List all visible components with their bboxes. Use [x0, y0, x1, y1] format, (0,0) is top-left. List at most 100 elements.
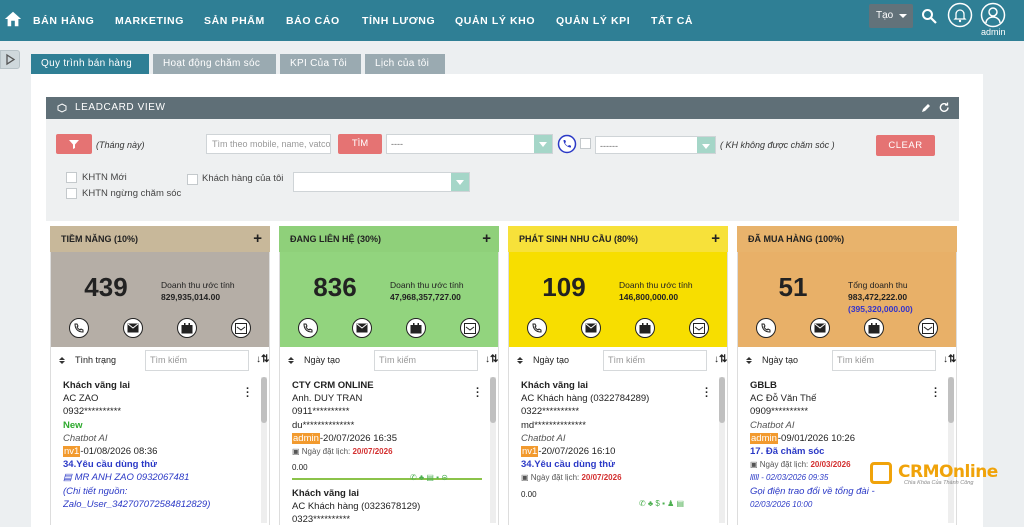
lead-card[interactable]: CTY CRM ONLINE Anh. DUY TRAN 0911*******…	[292, 379, 482, 484]
card-source: Khách vãng lai	[63, 380, 131, 391]
sort-order-icon[interactable]: ↓⇅	[943, 354, 956, 365]
clear-button[interactable]: CLEAR	[876, 135, 935, 156]
search-icon[interactable]	[921, 8, 937, 24]
logo-text: CRMOnline	[898, 462, 998, 482]
nav-quan-ly-kpi[interactable]: QUẢN LÝ KPI	[556, 15, 630, 27]
mailbox-icon[interactable]	[460, 318, 480, 338]
play-icon	[6, 53, 16, 66]
calendar-icon[interactable]	[635, 318, 655, 338]
nav-san-pham[interactable]: SẢN PHẨM	[204, 15, 265, 27]
card-email: du**************	[292, 419, 355, 431]
calendar-icon[interactable]	[864, 318, 884, 338]
appointment-date: 20/07/2026	[581, 473, 622, 483]
tab-quy-trinh-ban-hang[interactable]: Quy trình bán hàng	[31, 54, 149, 74]
email-icon[interactable]	[581, 318, 601, 338]
sort-label[interactable]: Ngày tạo	[762, 355, 798, 365]
edit-icon[interactable]	[920, 102, 932, 114]
sort-order-icon[interactable]: ↓⇅	[485, 354, 498, 365]
logo-slogan: Chìa Khóa Của Thành Công	[904, 480, 974, 486]
user-avatar-icon[interactable]	[980, 2, 1006, 28]
select-1[interactable]: ----	[386, 134, 553, 154]
revenue-value: 829,935,014.00	[161, 292, 221, 302]
card-email: md**************	[521, 419, 586, 431]
phone-icon[interactable]	[527, 318, 547, 338]
scrollbar[interactable]	[719, 377, 725, 523]
tab-hoat-dong-cham-soc[interactable]: Hoạt động chăm sóc	[153, 54, 276, 74]
plus-icon[interactable]: +	[253, 226, 262, 252]
column-search-input[interactable]: Tìm kiếm	[603, 350, 707, 371]
owner-tag: admin	[292, 432, 320, 444]
plus-icon[interactable]: +	[482, 226, 491, 252]
khtn-moi-checkbox[interactable]	[66, 172, 77, 183]
email-icon[interactable]	[810, 318, 830, 338]
tab-lich-cua-toi[interactable]: Lịch của tôi	[365, 54, 445, 74]
card-source: Khách vãng lai	[292, 488, 360, 499]
nav-tat-ca[interactable]: TẤT CẢ	[651, 15, 693, 27]
more-icon[interactable]: · · ·	[476, 384, 480, 403]
call-checkbox[interactable]	[580, 138, 591, 149]
phone-icon[interactable]	[756, 318, 776, 338]
sort-up-icon[interactable]	[517, 357, 523, 360]
more-icon[interactable]: · · ·	[705, 384, 709, 403]
more-icon[interactable]: · · ·	[246, 384, 250, 403]
chevron-down-icon	[697, 137, 715, 153]
sort-label[interactable]: Ngày tạo	[304, 355, 340, 365]
sort-row: Ngày tạo Tìm kiếm ↓⇅	[508, 347, 728, 375]
phone-icon[interactable]	[69, 318, 89, 338]
sort-order-icon[interactable]: ↓⇅	[256, 354, 269, 365]
owner-tag: nv1	[521, 446, 539, 458]
home-icon[interactable]	[4, 10, 22, 28]
lead-card[interactable]: Khách vãng lai AC Khách hàng (0322784289…	[521, 379, 711, 501]
mailbox-icon[interactable]	[918, 318, 938, 338]
sort-down-icon[interactable]	[746, 361, 752, 364]
email-icon[interactable]	[352, 318, 372, 338]
sort-up-icon[interactable]	[746, 357, 752, 360]
scrollbar[interactable]	[490, 377, 496, 523]
sort-label[interactable]: Ngày tạo	[533, 355, 569, 365]
nav-tinh-luong[interactable]: TÍNH LƯƠNG	[362, 15, 435, 27]
sort-up-icon[interactable]	[59, 357, 65, 360]
sort-down-icon[interactable]	[59, 361, 65, 364]
lead-card[interactable]: Khách vãng lai AC ZAO 0932********** New…	[63, 379, 253, 511]
filter-button[interactable]	[56, 134, 92, 154]
sidebar-toggle-button[interactable]	[0, 50, 20, 69]
plus-icon[interactable]: +	[711, 226, 720, 252]
sort-down-icon[interactable]	[288, 361, 294, 364]
search-input[interactable]: Tìm theo mobile, name, vatcod	[206, 134, 331, 154]
select-2[interactable]: ------	[595, 136, 716, 154]
lead-card[interactable]: Khách vãng lai AC Khách hàng (0323678129…	[292, 487, 482, 525]
calendar-icon[interactable]	[406, 318, 426, 338]
nav-ban-hang[interactable]: BÁN HÀNG	[33, 15, 94, 27]
phone-icon[interactable]	[298, 318, 318, 338]
column-search-input[interactable]: Tìm kiếm	[832, 350, 936, 371]
more-icon[interactable]: · · ·	[934, 384, 938, 403]
phone-icon[interactable]	[557, 134, 577, 154]
user-name[interactable]: admin	[981, 27, 1006, 37]
sort-up-icon[interactable]	[288, 357, 294, 360]
sort-order-icon[interactable]: ↓⇅	[714, 354, 727, 365]
select-3[interactable]	[293, 172, 470, 192]
card-channel: Chatbot AI	[521, 432, 566, 444]
scrollbar[interactable]	[948, 377, 954, 523]
bell-icon[interactable]	[947, 2, 973, 28]
sort-label[interactable]: Tình trạng	[75, 355, 116, 365]
card-stage: 34.Yêu cầu dùng thử	[521, 459, 615, 471]
column-dang-lien-he: ĐANG LIÊN HỆ (30%) + 836 Doanh thu ước tí…	[279, 226, 499, 525]
mailbox-icon[interactable]	[689, 318, 709, 338]
scrollbar[interactable]	[261, 377, 267, 523]
column-search-input[interactable]: Tìm kiếm	[374, 350, 478, 371]
sort-down-icon[interactable]	[517, 361, 523, 364]
email-icon[interactable]	[123, 318, 143, 338]
calendar-icon[interactable]	[177, 318, 197, 338]
tab-kpi-cua-toi[interactable]: KPI Của Tôi	[280, 54, 361, 74]
mailbox-icon[interactable]	[231, 318, 251, 338]
refresh-icon[interactable]	[938, 101, 951, 114]
nav-marketing[interactable]: MARKETING	[115, 15, 184, 27]
search-button[interactable]: TÌM	[338, 134, 382, 154]
nav-quan-ly-kho[interactable]: QUẢN LÝ KHO	[455, 15, 535, 27]
nav-bao-cao[interactable]: BÁO CÁO	[286, 15, 340, 27]
create-dropdown[interactable]: Tạo	[869, 4, 913, 28]
column-search-input[interactable]: Tìm kiếm	[145, 350, 249, 371]
khach-hang-cua-toi-checkbox[interactable]	[187, 174, 198, 185]
khtn-ngung-checkbox[interactable]	[66, 188, 77, 199]
